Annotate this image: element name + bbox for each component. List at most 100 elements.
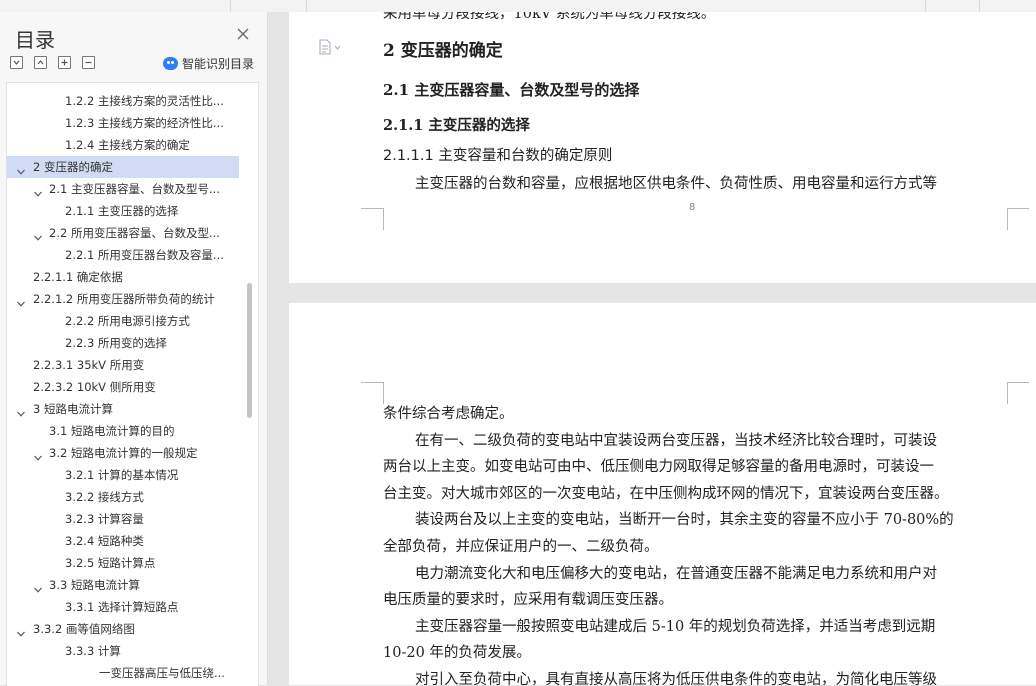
toc-item[interactable]: 3.2.5 短路计算点 xyxy=(7,552,239,574)
toc-item-label: 3 短路电流计算 xyxy=(33,402,113,416)
toc-item-label: 2.2.1 所用变压器台数及容量... xyxy=(65,248,224,262)
ai-icon xyxy=(163,57,178,70)
toolbar-segment xyxy=(979,0,1036,12)
heading-4: 2.1.1.1 主变容量和台数的确定原则 xyxy=(383,148,613,164)
toc-item-label: 一变压器高压与低压绕... xyxy=(99,666,225,680)
toolbar-segment xyxy=(230,0,301,12)
toc-item[interactable]: 2.2.1.1 确定依据 xyxy=(7,266,239,288)
chevron-down-icon[interactable] xyxy=(33,228,43,241)
toc-item-label: 2.2.2 所用电源引接方式 xyxy=(65,314,190,328)
smart-toc-label: 智能识别目录 xyxy=(182,57,255,71)
toc-item[interactable]: 2.1 主变压器容量、台数及型号... xyxy=(7,178,239,200)
toc-item[interactable]: 3.2.1 计算的基本情况 xyxy=(7,464,239,486)
close-icon[interactable] xyxy=(235,27,251,43)
document-page: 采用单母分段接线，10kV 系统为单母线分段接线。 2 变压器的确定 2.1 主… xyxy=(289,12,1036,283)
toc-item-label: 3.2.2 接线方式 xyxy=(65,490,144,504)
toc-item-label: 3.2.3 计算容量 xyxy=(65,512,144,526)
toc-item[interactable]: 3.2.2 接线方式 xyxy=(7,486,239,508)
add-icon[interactable] xyxy=(58,56,71,69)
toc-item-label: 2.2.3.1 35kV 所用变 xyxy=(33,358,145,372)
toc-item[interactable]: 1.2.2 主接线方案的灵活性比... xyxy=(7,90,239,112)
toc-item[interactable]: 3.3.2 画等值网络图 xyxy=(7,618,239,640)
toc-item-label: 2.1.1 主变压器的选择 xyxy=(65,204,179,218)
paragraph: 主变压器的台数和容量，应根据地区供电条件、负荷性质、用电容量和运行方式等 xyxy=(415,176,937,192)
paragraph-line: 两台以上主变。如变电站可由中、低压侧电力网取得足够容量的备用电源时，可装设一 xyxy=(383,459,934,476)
toc-item[interactable]: 3.1 短路电流计算的目的 xyxy=(7,420,239,442)
document-view: 采用单母分段接线，10kV 系统为单母线分段接线。 2 变压器的确定 2.1 主… xyxy=(268,12,1036,685)
toc-item-label: 2.2 所用变压器容量、台数及型... xyxy=(49,226,220,240)
toc-item-label: 2.2.1.1 确定依据 xyxy=(33,270,123,284)
paragraph-line: 电力潮流变化大和电压偏移大的变电站，在普通变压器不能满足电力系统和用户对 xyxy=(415,565,937,582)
crop-mark xyxy=(1007,208,1008,230)
toc-scrollbar[interactable] xyxy=(247,283,252,418)
crop-mark xyxy=(383,382,384,404)
crop-mark xyxy=(383,208,384,230)
document-page: 条件综合考虑确定。在有一、二级负荷的变电站中宜装设两台变压器，当技术经济比较合理… xyxy=(289,303,1036,685)
toc-item[interactable]: 3.2 短路电流计算的一般规定 xyxy=(7,442,239,464)
crop-mark xyxy=(1007,208,1029,209)
paragraph-line: 对引入至负荷中心，具有直接从高压将为低压供电条件的变电站，为简化电压等级 xyxy=(415,672,937,685)
toc-item[interactable]: 3.3 短路电流计算 xyxy=(7,574,239,596)
toc-item-label: 2.1 主变压器容量、台数及型号... xyxy=(49,182,220,196)
toc-item-label: 3.1 短路电流计算的目的 xyxy=(49,424,175,438)
toc-item[interactable]: 3.3.1 选择计算短路点 xyxy=(7,596,239,618)
chevron-down-icon[interactable] xyxy=(16,404,26,417)
toc-item-label: 3.3.3 计算 xyxy=(65,644,121,658)
crop-mark xyxy=(1007,382,1029,383)
paragraph-line: 主变压器容量一般按照变电站建成后 5-10 年的规划负荷选择，并适当考虑到远期 xyxy=(415,618,936,635)
toc-item[interactable]: 3.2.3 计算容量 xyxy=(7,508,239,530)
page-number: 8 xyxy=(689,202,696,213)
toc-item[interactable]: 2.2.2 所用电源引接方式 xyxy=(7,310,239,332)
crop-mark xyxy=(361,208,383,209)
toc-item[interactable]: 1.2.3 主接线方案的经济性比... xyxy=(7,112,239,134)
toc-item[interactable]: 3 短路电流计算 xyxy=(7,398,239,420)
toc-item-label: 2.2.3 所用变的选择 xyxy=(65,336,167,350)
toc-item[interactable]: 2.2.1.2 所用变压器所带负荷的统计 xyxy=(7,288,239,310)
toc-item-label: 2 变压器的确定 xyxy=(33,160,113,174)
chevron-down-icon[interactable] xyxy=(33,448,43,461)
smart-toc-button[interactable]: 智能识别目录 xyxy=(163,55,254,72)
toc-item-label: 3.3.1 选择计算短路点 xyxy=(65,600,179,614)
paragraph-line: 条件综合考虑确定。 xyxy=(383,406,514,422)
toc-item[interactable]: 2.2.3.1 35kV 所用变 xyxy=(7,354,239,376)
toc-item[interactable]: 3.3.3 计算 xyxy=(7,640,239,662)
toc-item-label: 1.2.2 主接线方案的灵活性比... xyxy=(65,94,224,108)
paragraph-line: 电压质量的要求时，应采用有载调压变压器。 xyxy=(383,592,673,609)
toc-item[interactable]: 3.2.4 短路种类 xyxy=(7,530,239,552)
crop-mark xyxy=(361,382,383,383)
expand-icon[interactable] xyxy=(34,56,47,69)
document-icon[interactable] xyxy=(318,39,344,55)
toc-sidebar: 目录 智能识别目录 1.2.2 主接线方案的灵活性比... 1.2.3 主接线方案… xyxy=(0,12,268,686)
toc-item-label: 3.3.2 画等值网络图 xyxy=(33,622,135,636)
toc-item-label: 2.2.3.2 10kV 侧所用变 xyxy=(33,380,156,394)
toc-item[interactable]: 1.2.4 主接线方案的确定 xyxy=(7,134,239,156)
toc-item[interactable]: 2 变压器的确定 xyxy=(7,156,239,178)
toc-item[interactable]: 一变压器高压与低压绕... xyxy=(7,662,239,684)
heading-1: 2 变压器的确定 xyxy=(383,41,503,61)
heading-3: 2.1.1 主变压器的选择 xyxy=(383,117,530,134)
paragraph-line: 全部负荷，并应保证用户的一、二级负荷。 xyxy=(383,539,659,555)
toc-item[interactable]: 2.2.1 所用变压器台数及容量... xyxy=(7,244,239,266)
toc-list: 1.2.2 主接线方案的灵活性比... 1.2.3 主接线方案的经济性比... 1.… xyxy=(6,82,259,686)
toc-item[interactable]: 2.1.1 主变压器的选择 xyxy=(7,200,239,222)
paragraph-line: 10-20 年的负荷发展。 xyxy=(383,645,531,662)
heading-2: 2.1 主变压器容量、台数及型号的选择 xyxy=(383,81,640,99)
toc-item[interactable]: 2.2.3 所用变的选择 xyxy=(7,332,239,354)
remove-icon[interactable] xyxy=(82,56,95,69)
chevron-down-icon[interactable] xyxy=(33,580,43,593)
toc-item[interactable]: 2.2.3.2 10kV 侧所用变 xyxy=(7,376,239,398)
toc-item-label: 3.2.4 短路种类 xyxy=(65,534,144,548)
toc-item-label: 1.2.3 主接线方案的经济性比... xyxy=(65,116,224,130)
collapse-all-icon[interactable] xyxy=(10,56,23,69)
toc-item-label: 1.2.4 主接线方案的确定 xyxy=(65,138,190,152)
paragraph-line: 在有一、二级负荷的变电站中宜装设两台变压器，当技术经济比较合理时，可装设 xyxy=(415,432,937,449)
chevron-down-icon[interactable] xyxy=(16,294,26,307)
paragraph-line: 台主变。对大城市郊区的一次变电站，在中压侧构成环网的情况下，宜装设两台变压器。 xyxy=(383,485,949,502)
toc-item-label: 3.2.5 短路计算点 xyxy=(65,556,156,570)
chevron-down-icon[interactable] xyxy=(16,162,26,175)
ruler xyxy=(306,0,783,12)
toc-item-label: 3.2 短路电流计算的一般规定 xyxy=(49,446,198,460)
chevron-down-icon[interactable] xyxy=(33,184,43,197)
chevron-down-icon[interactable] xyxy=(16,624,26,637)
toc-item[interactable]: 2.2 所用变压器容量、台数及型... xyxy=(7,222,239,244)
